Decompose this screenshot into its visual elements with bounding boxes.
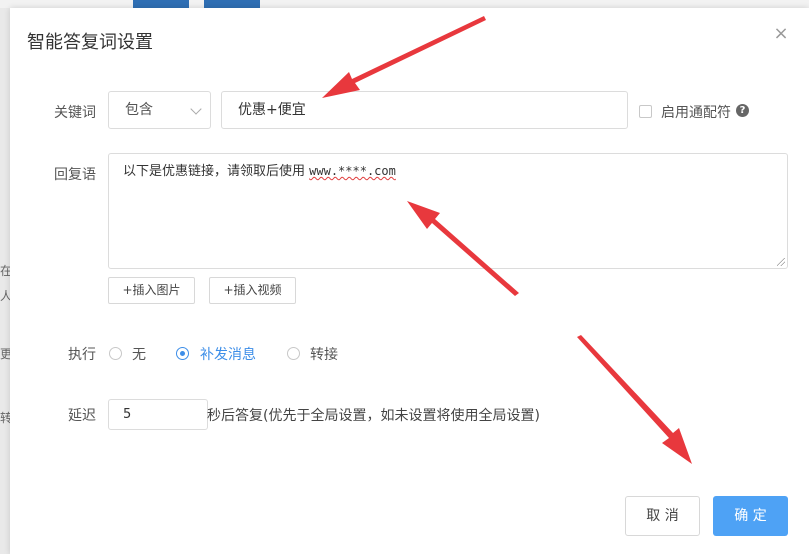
reply-textarea[interactable]: 以下是优惠链接，请领取后使用 www.****.com bbox=[108, 153, 788, 269]
keyword-input[interactable]: 优惠+便宜 bbox=[221, 91, 628, 129]
radio-none-label[interactable]: 无 bbox=[132, 344, 146, 364]
cancel-button[interactable]: 取 消 bbox=[625, 496, 700, 536]
wildcard-checkbox[interactable] bbox=[639, 105, 652, 118]
resize-handle-icon[interactable] bbox=[777, 258, 785, 266]
radio-resend-message[interactable] bbox=[176, 347, 189, 360]
background-text: 转 bbox=[0, 411, 10, 425]
dialog-title: 智能答复词设置 bbox=[27, 32, 153, 53]
help-icon[interactable]: ? bbox=[736, 104, 749, 117]
reply-label: 回复语 bbox=[54, 167, 96, 183]
background-text: 人 bbox=[0, 289, 10, 303]
wildcard-label[interactable]: 启用通配符 bbox=[661, 102, 731, 122]
radio-resend-message-label[interactable]: 补发消息 bbox=[200, 344, 256, 364]
radio-transfer[interactable] bbox=[287, 347, 300, 360]
background-text: 在 bbox=[0, 264, 10, 278]
insert-image-button[interactable]: +插入图片 bbox=[108, 277, 195, 304]
execute-label: 执行 bbox=[68, 347, 96, 363]
delay-suffix-text: 秒后答复(优先于全局设置，如未设置将使用全局设置) bbox=[207, 408, 540, 424]
close-icon[interactable]: × bbox=[773, 25, 789, 43]
match-mode-value: 包含 bbox=[125, 102, 153, 118]
background-tabs bbox=[0, 0, 809, 8]
background-text: 更 bbox=[0, 347, 10, 361]
background-sidebar: 在 人 更 转 bbox=[0, 8, 10, 554]
reply-url: www.****.com bbox=[309, 164, 396, 178]
chevron-down-icon bbox=[190, 103, 202, 115]
confirm-button[interactable]: 确 定 bbox=[713, 496, 788, 536]
keyword-label: 关键词 bbox=[54, 105, 96, 121]
background-tab bbox=[204, 0, 260, 8]
radio-none[interactable] bbox=[109, 347, 122, 360]
match-mode-select[interactable]: 包含 bbox=[108, 91, 211, 129]
smart-reply-dialog: 智能答复词设置 × 关键词 包含 优惠+便宜 启用通配符 ? 回复语 以下是优惠… bbox=[10, 8, 809, 554]
reply-text: 以下是优惠链接，请领取后使用 bbox=[123, 164, 310, 179]
insert-video-button[interactable]: +插入视频 bbox=[209, 277, 296, 304]
delay-label: 延迟 bbox=[68, 408, 96, 424]
radio-transfer-label[interactable]: 转接 bbox=[310, 344, 338, 364]
delay-input[interactable]: 5 bbox=[108, 399, 208, 430]
background-tab bbox=[133, 0, 189, 8]
